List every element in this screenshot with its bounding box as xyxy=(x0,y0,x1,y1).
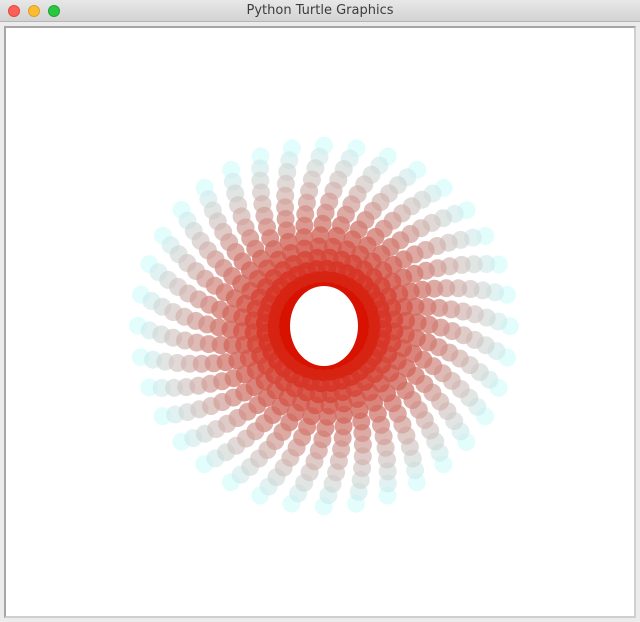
title-bar[interactable]: Python Turtle Graphics xyxy=(0,0,640,22)
flower-center xyxy=(290,286,358,366)
turtle-window: Python Turtle Graphics xyxy=(0,0,640,622)
window-title: Python Turtle Graphics xyxy=(246,3,394,18)
turtle-drawing xyxy=(129,136,519,516)
turtle-canvas[interactable] xyxy=(4,26,636,618)
